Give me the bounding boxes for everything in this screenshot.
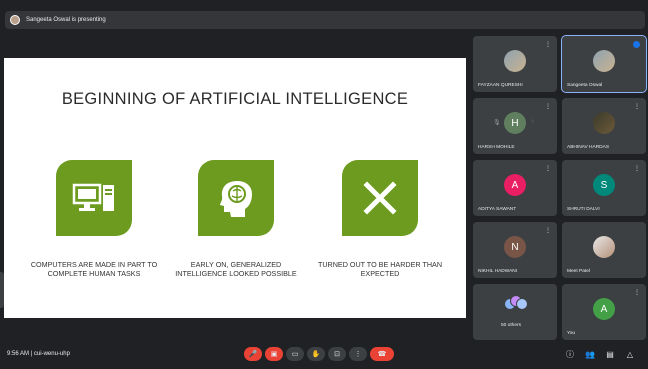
more-options-icon[interactable]: ◌	[531, 119, 535, 125]
participant-name: You	[567, 331, 576, 336]
participant-name: SHRUTI DALVI	[567, 207, 600, 212]
brain-caption: EARLY ON, GENERALIZED INTELLIGENCE LOOKE…	[175, 260, 297, 278]
mic-off-icon[interactable]: 🎤	[244, 347, 262, 361]
avatar: A	[593, 298, 615, 320]
bottom-toolbar: 9:56 AM | cui-wenu-uhp 🎤 ▣ ▭ ✋ ⊡ ⋮ ☎ ⓘ 👥…	[0, 341, 648, 369]
participant-tile[interactable]: Meet Patel	[562, 222, 646, 278]
participant-name: ADITYA SAWANT	[478, 207, 517, 212]
avatar	[593, 112, 615, 134]
raise-hand-icon[interactable]: ✋	[307, 347, 325, 361]
computer-caption: COMPUTERS ARE MADE IN PART TO COMPLETE H…	[30, 260, 158, 278]
slide-title: BEGINNING OF ARTIFICIAL INTELLIGENCE	[61, 90, 409, 108]
end-call-icon[interactable]: ☎	[370, 347, 394, 361]
computer-card	[56, 160, 132, 236]
camera-off-icon[interactable]: ▣	[265, 347, 283, 361]
brain-head-icon	[220, 181, 252, 217]
x-mark-icon	[363, 181, 397, 215]
meeting-side-controls: ⓘ 👥 ▤ △	[564, 348, 636, 360]
participant-name: ABHINAV HARDAS	[567, 145, 610, 150]
call-controls: 🎤 ▣ ▭ ✋ ⊡ ⋮ ☎	[244, 347, 394, 363]
participant-name: Meet Patel	[567, 269, 590, 274]
activities-icon[interactable]: △	[624, 348, 636, 360]
participant-tile[interactable]: S ⋮ SHRUTI DALVI	[562, 160, 646, 216]
people-icon[interactable]: 👥	[584, 348, 596, 360]
top-bar: Sangeeta Oswal is presenting	[0, 0, 648, 30]
computer-icon	[72, 183, 114, 211]
speaking-indicator-icon	[633, 41, 640, 48]
participant-name: FAYZAAN QURESHI	[478, 83, 523, 88]
participant-tile[interactable]: N ⋮ NIKHIL HADWANI	[473, 222, 557, 278]
meeting-time-code: 9:56 AM | cui-wenu-uhp	[7, 351, 70, 357]
x-caption: TURNED OUT TO BE HARDER THAN EXPECTED	[317, 260, 443, 278]
pin-icon[interactable]: ⋮	[545, 165, 551, 172]
x-card	[342, 160, 418, 236]
participant-name: Sangeeta Oswal	[567, 83, 603, 88]
others-count: 50 others	[501, 323, 522, 328]
chat-icon[interactable]: ▤	[604, 348, 616, 360]
avatar: A	[504, 174, 526, 196]
self-tile[interactable]: A ⋮ You	[562, 284, 646, 340]
shared-slide: BEGINNING OF ARTIFICIAL INTELLIGENCE COM…	[4, 58, 466, 318]
presenting-banner[interactable]: Sangeeta Oswal is presenting	[5, 11, 645, 29]
participant-name: HARSH MOHILE	[478, 145, 515, 150]
avatar	[593, 236, 615, 258]
pin-icon[interactable]: ⋮	[634, 103, 640, 110]
pin-icon[interactable]: ⋮	[634, 165, 640, 172]
pin-icon[interactable]: ⋮	[634, 289, 640, 296]
avatar	[504, 50, 526, 72]
info-icon[interactable]: ⓘ	[564, 348, 576, 360]
more-options-icon[interactable]: ⋮	[349, 347, 367, 361]
left-edge-handle[interactable]	[0, 272, 4, 308]
pin-icon[interactable]: ⋮	[545, 227, 551, 234]
others-tile[interactable]: 50 others	[473, 284, 557, 340]
mic-icon[interactable]: 🎙	[493, 119, 501, 126]
participant-tile[interactable]: Sangeeta Oswal	[561, 35, 647, 93]
presenting-text: Sangeeta Oswal is presenting	[26, 17, 106, 23]
avatar: N	[504, 236, 526, 258]
pin-icon[interactable]: ⋮	[545, 103, 551, 110]
avatar	[593, 50, 615, 72]
participant-tile[interactable]: A ⋮ ADITYA SAWANT	[473, 160, 557, 216]
participant-tile[interactable]: ⋮ FAYZAAN QURESHI	[473, 36, 557, 92]
pin-icon[interactable]: ⋮	[545, 41, 551, 48]
presentation-stage: BEGINNING OF ARTIFICIAL INTELLIGENCE COM…	[0, 36, 470, 341]
captions-icon[interactable]: ▭	[286, 347, 304, 361]
avatar: S	[593, 174, 615, 196]
participant-tile[interactable]: 🎙 H ◌ ⋮ HARSH MOHILE	[473, 98, 557, 154]
brain-card	[198, 160, 274, 236]
present-screen-icon[interactable]: ⊡	[328, 347, 346, 361]
participant-tile[interactable]: ⋮ ABHINAV HARDAS	[562, 98, 646, 154]
participant-grid: ⋮ FAYZAAN QURESHI Sangeeta Oswal 🎙 H ◌ ⋮…	[471, 35, 648, 341]
avatar: H	[504, 112, 526, 134]
others-avatars-icon	[504, 295, 528, 313]
participant-name: NIKHIL HADWANI	[478, 269, 518, 274]
presenter-avatar	[10, 15, 20, 25]
